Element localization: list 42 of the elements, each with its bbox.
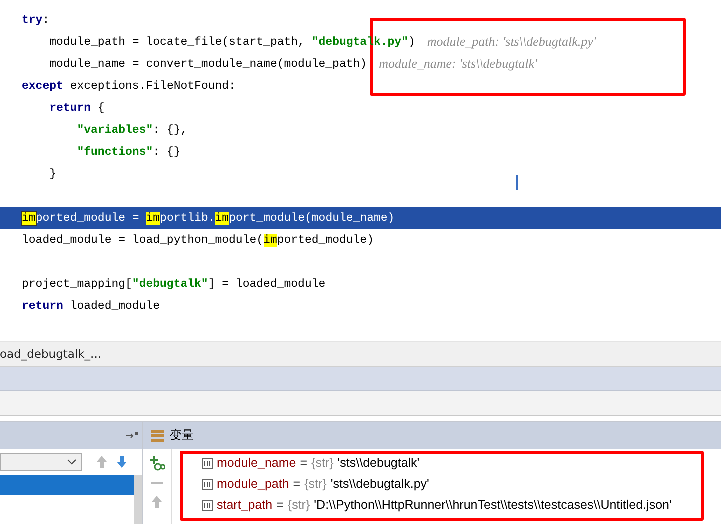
minus-icon[interactable] xyxy=(151,481,163,485)
variable-icon xyxy=(202,500,213,510)
variable-value: 'sts\\debugtalk' xyxy=(338,456,420,470)
inline-hint: module_name: 'sts\\debugtalk' xyxy=(379,56,538,72)
pin-icon[interactable] xyxy=(126,432,138,440)
equals-sign: = xyxy=(276,498,284,512)
selected-frame-row[interactable] xyxy=(0,475,134,495)
variable-icon xyxy=(202,458,213,468)
variable-type: {str} xyxy=(304,477,327,491)
arrow-down-icon[interactable] xyxy=(116,455,128,469)
equals-sign: = xyxy=(300,456,308,470)
scrollbar[interactable] xyxy=(134,475,142,524)
code-line: module_name = convert_module_name(module_path) xyxy=(48,58,368,70)
variable-type: {str} xyxy=(312,456,334,470)
panel-title: 变量 xyxy=(170,427,194,444)
list-icon xyxy=(151,430,164,442)
code-line: } xyxy=(48,168,57,180)
variable-type: {str} xyxy=(288,498,310,512)
variable-value: 'sts\\debugtalk.py' xyxy=(330,477,430,491)
code-line: "functions": {} xyxy=(76,146,181,158)
code-line: return loaded_module xyxy=(22,300,160,312)
code-line: imported_module = importlib.import_module(module_name) xyxy=(22,212,395,224)
code-line: "variables": {}, xyxy=(76,124,188,136)
inline-hint: module_path: 'sts\\debugtalk.py' xyxy=(427,34,596,50)
code-line: return { xyxy=(48,102,105,114)
code-line: except exceptions.FileNotFound: xyxy=(22,80,236,92)
code-line: project_mapping["debugtalk"] = loaded_module xyxy=(22,278,326,290)
variable-name: module_name xyxy=(217,456,296,470)
variable-icon xyxy=(202,478,213,490)
equals-sign: = xyxy=(293,477,301,491)
code-line: try: xyxy=(22,14,50,26)
variable-name: module_path xyxy=(217,477,290,491)
thread-dropdown[interactable] xyxy=(0,453,82,471)
add-watch-icon[interactable] xyxy=(149,455,165,471)
breadcrumb[interactable]: oad_debugtalk_... xyxy=(0,347,102,361)
text-cursor-mark xyxy=(516,175,518,190)
variable-name: start_path xyxy=(217,498,273,512)
arrow-up-icon[interactable] xyxy=(151,495,163,509)
chevron-down-icon xyxy=(67,459,77,465)
variable-value: 'D:\\Python\\HttpRunner\\hrunTest\\tests\\testcases\\Untitled.json' xyxy=(314,498,672,512)
code-line: loaded_module = load_python_module(imported_module) xyxy=(22,234,374,246)
arrow-up-icon[interactable] xyxy=(96,455,108,469)
